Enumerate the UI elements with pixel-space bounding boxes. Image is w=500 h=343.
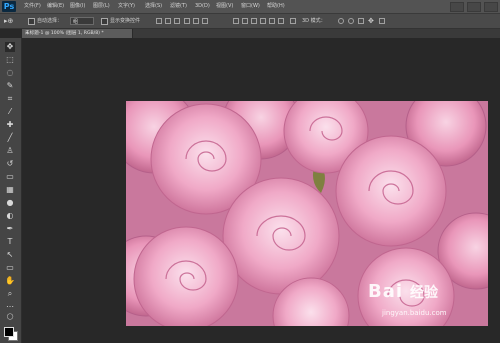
document-tab[interactable]: 未标题-1 @ 100% (图层 1, RGB/8) * × <box>22 29 133 38</box>
menu-window[interactable]: 窗口(W) <box>241 2 260 11</box>
menu-filter[interactable]: 滤镜(T) <box>170 2 187 11</box>
path-select-icon[interactable]: ↖ <box>5 250 15 260</box>
quick-select-icon[interactable]: ✎ <box>5 81 15 91</box>
history-brush-icon[interactable]: ↺ <box>5 159 15 169</box>
align-bottom-icon[interactable] <box>174 18 180 24</box>
menu-bar: Ps 文件(F) 编辑(E) 图像(I) 图层(L) 文字(Y) 选择(S) 滤… <box>0 0 500 14</box>
3d-slide-icon[interactable]: ✥ <box>368 17 374 25</box>
marquee-icon[interactable]: ⬚ <box>5 55 15 65</box>
show-transform-label: 显示变换控件 <box>110 18 141 24</box>
eyedropper-icon[interactable]: ⁄ <box>5 107 15 117</box>
edit-toolbar-icon[interactable]: ⋯ <box>5 302 15 312</box>
auto-select-dropdown[interactable]: 组 <box>70 17 94 25</box>
minimize-button[interactable] <box>450 2 464 12</box>
window-controls <box>450 2 498 12</box>
eraser-icon[interactable]: ▭ <box>5 172 15 182</box>
baidu-jingyan-watermark: Bai 经验 jingyan.baidu.com <box>368 282 486 326</box>
watermark-logo: Bai <box>368 281 404 302</box>
close-window-button[interactable] <box>484 2 498 12</box>
auto-select-checkbox[interactable] <box>28 18 35 25</box>
auto-select-value: 组 <box>73 19 79 25</box>
options-bar: ▸⊕ 自动选择： 组 显示变换控件 3D 模式： ✥ <box>0 14 500 29</box>
stamp-icon[interactable]: ♙ <box>5 146 15 156</box>
distribute-bottom-icon[interactable] <box>251 18 257 24</box>
distribute-vcenter-icon[interactable] <box>242 18 248 24</box>
menu-layer[interactable]: 图层(L) <box>93 2 110 11</box>
hand-icon[interactable]: ✋ <box>5 276 15 286</box>
crop-icon[interactable]: ⌗ <box>5 94 15 104</box>
document-tab-bar: 未标题-1 @ 100% (图层 1, RGB/8) * × <box>22 29 500 38</box>
menu-view[interactable]: 视图(V) <box>216 2 233 11</box>
dodge-icon[interactable]: ◐ <box>5 211 15 221</box>
gradient-icon[interactable]: ▦ <box>5 185 15 195</box>
3d-mode-label: 3D 模式： <box>302 18 326 24</box>
align-left-icon[interactable] <box>184 18 190 24</box>
menu-file[interactable]: 文件(F) <box>24 2 41 11</box>
align-right-icon[interactable] <box>202 18 208 24</box>
foreground-color-swatch[interactable] <box>4 327 14 337</box>
watermark-url: jingyan.baidu.com <box>382 309 447 317</box>
auto-select-label: 自动选择： <box>37 18 63 24</box>
lasso-icon[interactable]: ◌ <box>5 68 15 78</box>
3d-drag-icon[interactable] <box>358 18 364 24</box>
close-tab-icon[interactable]: × <box>25 29 129 38</box>
3d-rotate-icon[interactable] <box>338 18 344 24</box>
3d-scale-icon[interactable] <box>379 18 385 24</box>
auto-align-icon[interactable] <box>290 18 296 24</box>
move-tool-preset-icon[interactable]: ▸⊕ <box>4 17 13 25</box>
align-top-icon[interactable] <box>156 18 162 24</box>
zoom-icon[interactable]: ⌕ <box>5 289 15 299</box>
healing-icon[interactable]: ✚ <box>5 120 15 130</box>
distribute-top-icon[interactable] <box>233 18 239 24</box>
watermark-logo-cn: 经验 <box>410 285 438 301</box>
pen-icon[interactable]: ✒ <box>5 224 15 234</box>
menu-image[interactable]: 图像(I) <box>70 2 85 11</box>
distribute-hcenter-icon[interactable] <box>269 18 275 24</box>
type-icon[interactable]: T <box>5 237 15 247</box>
quick-mask-icon[interactable]: ◯ <box>5 312 15 322</box>
shape-icon[interactable]: ▭ <box>5 263 15 273</box>
maximize-button[interactable] <box>467 2 481 12</box>
show-transform-checkbox[interactable] <box>101 18 108 25</box>
distribute-right-icon[interactable] <box>278 18 284 24</box>
3d-roll-icon[interactable] <box>348 18 354 24</box>
align-hcenter-icon[interactable] <box>193 18 199 24</box>
menu-edit[interactable]: 编辑(E) <box>47 2 64 11</box>
distribute-left-icon[interactable] <box>260 18 266 24</box>
toolbox: ✥ ⬚ ◌ ✎ ⌗ ⁄ ✚ ╱ ♙ ↺ ▭ ▦ ● ◐ ✒ T ↖ ▭ ✋ ⌕ … <box>0 38 22 343</box>
blur-icon[interactable]: ● <box>5 198 15 208</box>
align-vcenter-icon[interactable] <box>165 18 171 24</box>
move-icon[interactable]: ✥ <box>5 42 15 52</box>
brush-icon[interactable]: ╱ <box>5 133 15 143</box>
menu-select[interactable]: 选择(S) <box>145 2 162 11</box>
menu-type[interactable]: 文字(Y) <box>118 2 135 11</box>
photoshop-logo: Ps <box>2 1 16 12</box>
menu-help[interactable]: 帮助(H) <box>267 2 285 11</box>
menu-3d[interactable]: 3D(D) <box>195 2 210 11</box>
